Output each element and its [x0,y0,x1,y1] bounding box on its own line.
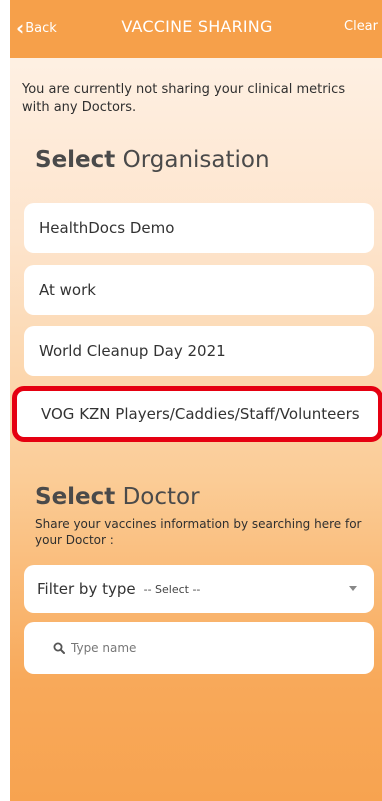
organisation-item-selected[interactable]: VOG KZN Players/Caddies/Staff/Volunteers [12,386,382,442]
clear-button[interactable]: Clear [344,19,378,34]
sharing-notice: You are currently not sharing your clini… [22,82,346,115]
header-bar: ‹ Back VACCINE SHARING Clear [10,0,382,58]
organisation-item[interactable]: World Cleanup Day 2021 [24,326,374,376]
caret-down-icon [349,586,357,591]
doctor-heading-bold: Select [35,484,116,510]
organisation-item-label: VOG KZN Players/Caddies/Staff/Volunteers [41,405,360,423]
organisation-heading-bold: Select [35,147,116,173]
filter-selected-value: -- Select -- [143,582,201,596]
doctor-search-input[interactable] [69,640,333,656]
filter-label: Filter by type [37,580,136,598]
back-button[interactable]: ‹ Back [16,17,57,39]
app-screen: ‹ Back VACCINE SHARING Clear You are cur… [10,0,382,801]
organisation-item-label: HealthDocs Demo [39,219,175,237]
organisation-heading-rest: Organisation [122,147,270,173]
doctor-subtitle: Share your vaccines information by searc… [35,517,362,547]
organisation-item[interactable]: HealthDocs Demo [24,203,374,253]
organisation-item-label: At work [39,281,96,299]
doctor-heading: Select Doctor [35,484,200,510]
organisation-item-label: World Cleanup Day 2021 [39,342,226,360]
doctor-heading-rest: Doctor [122,484,200,510]
organisation-heading: Select Organisation [35,147,270,173]
chevron-left-icon: ‹ [16,16,25,40]
filter-by-type-select[interactable]: Filter by type -- Select -- [24,565,374,613]
organisation-item[interactable]: At work [24,265,374,315]
page-title: VACCINE SHARING [121,17,273,36]
search-icon [53,642,65,654]
doctor-search-field[interactable] [24,622,374,674]
back-label: Back [25,20,57,36]
